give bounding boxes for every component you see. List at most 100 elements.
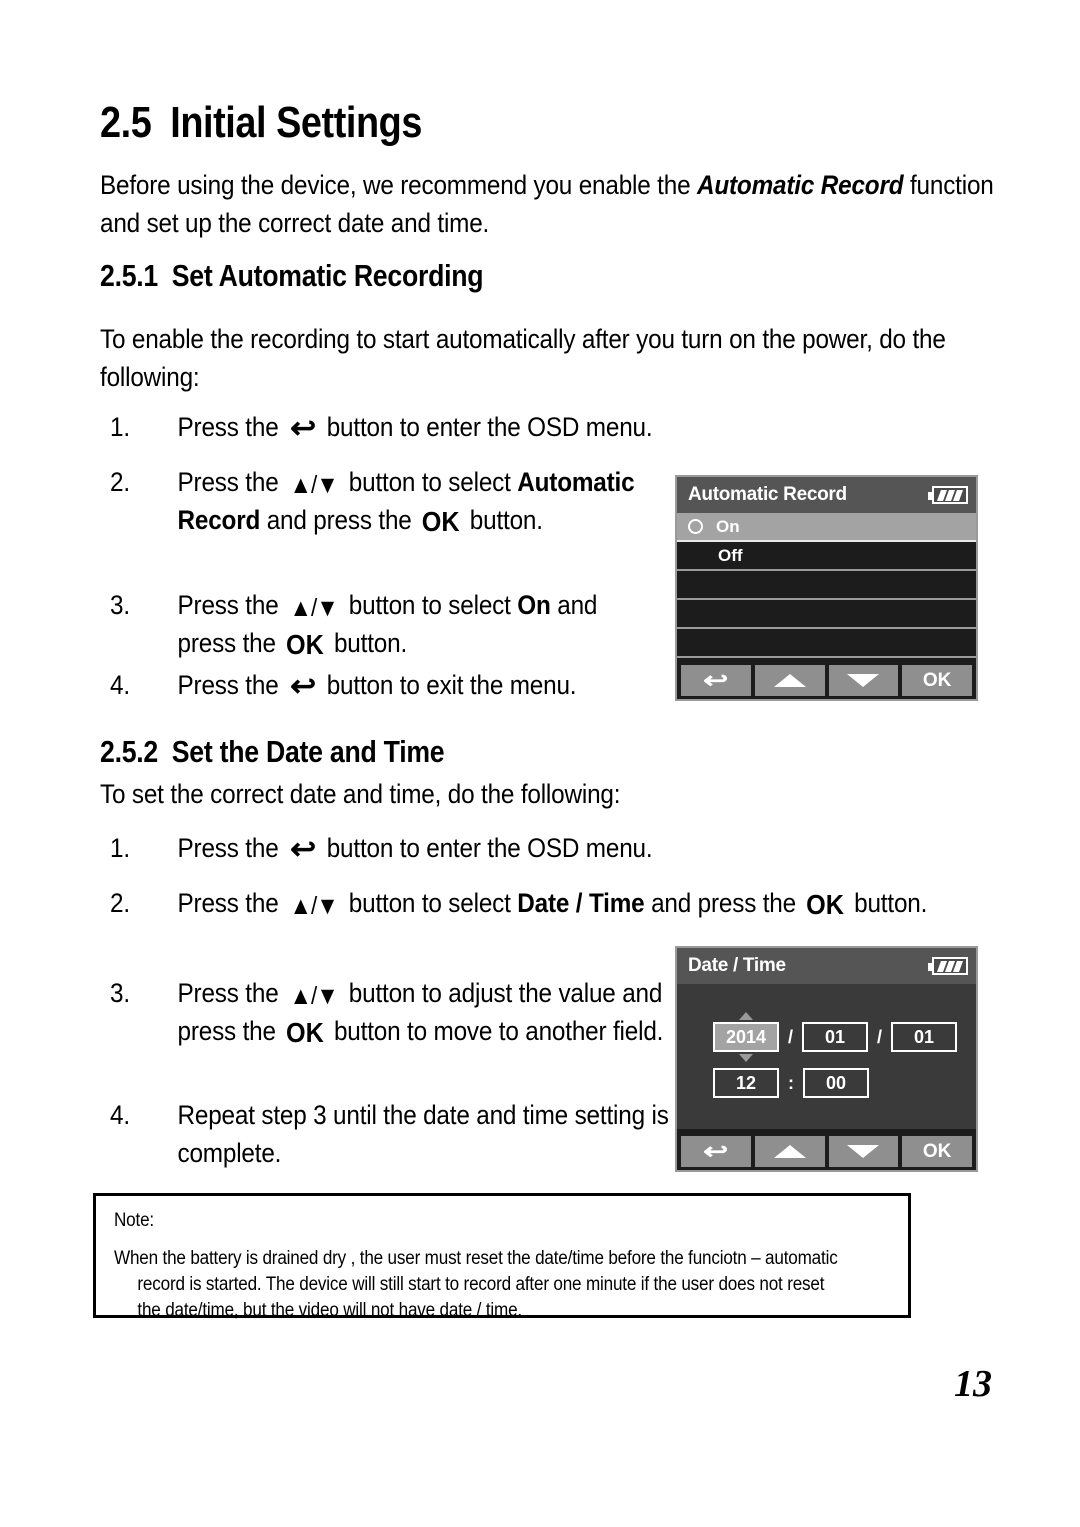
step-text: Repeat step 3 until the date and time se… — [177, 1100, 669, 1168]
osd-title-text: Date / Time — [688, 955, 786, 976]
battery-full-icon — [928, 957, 968, 975]
osd-button-bar: ↩ OK — [677, 1133, 976, 1170]
up-down-arrow-icon: ▲/▼ — [289, 471, 339, 499]
osd-menu-item-empty[interactable] — [677, 571, 976, 600]
ok-icon: OK — [286, 1017, 324, 1048]
step-number: 1. — [110, 833, 130, 863]
step-item: 3. Press the ▲/▼ button to select On and… — [110, 586, 650, 662]
step-number: 4. — [110, 670, 130, 700]
up-button[interactable] — [754, 1136, 825, 1167]
up-down-arrow-icon: ▲/▼ — [289, 982, 339, 1010]
note-line-2: record is started. The device will still… — [137, 1274, 825, 1295]
back-button[interactable]: ↩ — [681, 1136, 751, 1167]
triangle-up-icon — [773, 674, 806, 687]
back-arrow-icon: ↩ — [289, 670, 316, 703]
step-item: 4. Repeat step 3 until the date and time… — [110, 1096, 686, 1172]
spinner-down-icon — [739, 1054, 753, 1062]
osd-title-text: Automatic Record — [688, 484, 847, 505]
step-bold-term: Date / Time — [517, 888, 645, 918]
battery-full-icon — [928, 486, 968, 504]
osd-menu-item-empty[interactable] — [677, 629, 976, 658]
up-down-arrow-icon: ▲/▼ — [289, 892, 339, 920]
section-number: 2.5 — [100, 98, 152, 147]
step-item: 3. Press the ▲/▼ button to adjust the va… — [110, 974, 686, 1050]
subsection-title-251: Set Automatic Recording — [171, 258, 484, 293]
step-item: 2. Press the ▲/▼ button to select Automa… — [110, 463, 650, 539]
subsection-heading-2-5-2: 2.5.2 Set the Date and Time — [100, 734, 445, 770]
section-intro-paragraph: Before using the device, we recommend yo… — [100, 166, 1000, 242]
step-text: Press the ↩ button to enter the OSD menu… — [177, 833, 653, 866]
section-title: Initial Settings — [170, 98, 422, 147]
time-separator: : — [788, 1072, 794, 1093]
osd-title-bar: Date / Time — [677, 948, 976, 984]
step-number: 3. — [110, 590, 130, 620]
intro-emphasis: Automatic Record — [696, 170, 904, 200]
step-text: Press the ▲/▼ button to select On and pr… — [177, 590, 598, 660]
back-button[interactable]: ↩ — [681, 665, 751, 696]
step-item: 2. Press the ▲/▼ button to select Date /… — [110, 884, 965, 922]
step-text: Press the ▲/▼ button to adjust the value… — [177, 978, 664, 1048]
ok-icon: OK — [421, 506, 460, 537]
radio-icon — [688, 519, 703, 534]
lead-paragraph-251: To enable the recording to start automat… — [100, 324, 946, 392]
step-item: 1. Press the ↩ button to enter the OSD m… — [110, 829, 848, 867]
month-field[interactable]: 01 — [802, 1022, 869, 1052]
osd-menu-item-label: On — [716, 517, 740, 536]
osd-screen-automatic-record: Automatic Record On Off ↩ OK — [675, 475, 978, 701]
ok-button[interactable]: OK — [902, 665, 972, 696]
osd-screen-date-time: Date / Time 2014 / 01 / 01 12 : 00 ↩ OK — [675, 946, 978, 1172]
date-separator: / — [788, 1026, 794, 1047]
triangle-down-icon — [847, 674, 880, 687]
minute-field[interactable]: 00 — [803, 1068, 869, 1098]
lead-paragraph-252: To set the correct date and time, do the… — [100, 779, 621, 809]
triangle-up-icon — [773, 1145, 806, 1158]
year-field[interactable]: 2014 — [713, 1012, 779, 1062]
note-body: When the battery is drained dry , the us… — [114, 1246, 915, 1324]
step-bold-term: On — [517, 590, 551, 620]
step-number: 3. — [110, 978, 130, 1008]
osd-menu-item-on[interactable]: On — [677, 513, 976, 542]
down-button[interactable] — [828, 665, 899, 696]
down-button[interactable] — [828, 1136, 899, 1167]
hour-field[interactable]: 12 — [713, 1068, 779, 1098]
osd-menu-list: On Off — [677, 513, 976, 658]
note-line-1: When the battery is drained dry , the us… — [114, 1248, 838, 1269]
date-separator: / — [877, 1026, 883, 1047]
section-heading-2-5: 2.5 Initial Settings — [100, 98, 422, 148]
back-arrow-icon: ↩ — [703, 667, 729, 693]
step-number: 1. — [110, 412, 130, 442]
up-down-arrow-icon: ▲/▼ — [289, 594, 339, 622]
subsection-title-252: Set the Date and Time — [171, 734, 445, 769]
back-arrow-icon: ↩ — [289, 412, 316, 445]
page-number: 13 — [954, 1363, 992, 1405]
step-item: 1. Press the ↩ button to enter the OSD m… — [110, 408, 812, 446]
time-row: 12 : 00 — [713, 1068, 869, 1098]
osd-title-bar: Automatic Record — [677, 477, 976, 513]
triangle-down-icon — [847, 1145, 880, 1158]
note-box: Note: When the battery is drained dry , … — [93, 1193, 911, 1321]
step-number: 4. — [110, 1100, 130, 1130]
step-text: Press the ▲/▼ button to select Automatic… — [177, 467, 635, 537]
osd-menu-item-empty[interactable] — [677, 600, 976, 629]
osd-menu-item-off[interactable]: Off — [677, 542, 976, 571]
step-number: 2. — [110, 467, 130, 497]
step-number: 2. — [110, 888, 130, 918]
intro-text-part1: Before using the device, we recommend yo… — [100, 170, 697, 200]
note-line-3: the date/time, but the video will not ha… — [137, 1300, 522, 1321]
subsection-number-252: 2.5.2 — [100, 734, 159, 769]
back-arrow-icon: ↩ — [703, 1138, 729, 1164]
subsection-heading-2-5-1: 2.5.1 Set Automatic Recording — [100, 258, 484, 294]
ok-icon: OK — [806, 889, 844, 920]
subsection-number-251: 2.5.1 — [100, 258, 159, 293]
date-time-fields-area: 2014 / 01 / 01 12 : 00 — [677, 984, 976, 1129]
osd-button-bar: ↩ OK — [677, 662, 976, 699]
back-arrow-icon: ↩ — [289, 833, 316, 866]
manual-page: 2.5 Initial Settings Before using the dev… — [0, 0, 1080, 1527]
osd-menu-item-label: Off — [718, 546, 743, 565]
up-button[interactable] — [754, 665, 825, 696]
day-field[interactable]: 01 — [891, 1022, 958, 1052]
note-label: Note: — [114, 1210, 154, 1231]
spinner-up-icon — [739, 1012, 753, 1020]
ok-button[interactable]: OK — [902, 1136, 972, 1167]
step-text: Press the ↩ button to enter the OSD menu… — [177, 412, 653, 445]
